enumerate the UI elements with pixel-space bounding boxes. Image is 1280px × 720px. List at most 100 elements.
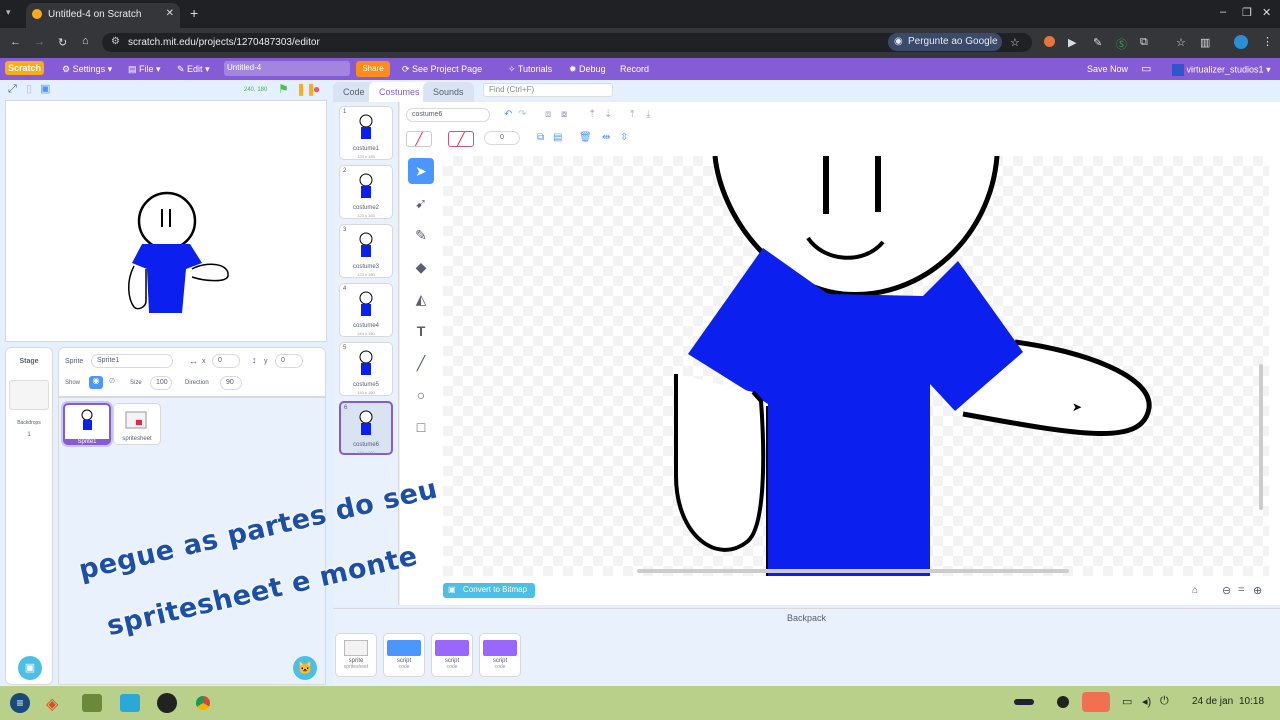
taskbar-time[interactable]: 10:18 bbox=[1239, 696, 1264, 707]
outline-color-swatch[interactable]: ╱ bbox=[448, 131, 474, 147]
extensions-puzzle-icon[interactable]: ⧉ bbox=[1140, 36, 1148, 49]
tray-volume-icon[interactable]: ◂) bbox=[1142, 695, 1151, 708]
browser-tab[interactable]: Untitled-4 on Scratch ✕ bbox=[26, 3, 180, 28]
project-title-input[interactable]: Untitled-4 bbox=[224, 61, 350, 76]
side-panel-icon[interactable]: ▥ bbox=[1200, 36, 1210, 49]
obs-icon[interactable] bbox=[157, 693, 177, 713]
flip-horizontal-icon[interactable]: ⇹ bbox=[602, 132, 610, 143]
small-stage-icon[interactable]: ▯ bbox=[26, 84, 32, 95]
tray-power-icon[interactable]: ⏻ bbox=[1160, 695, 1169, 708]
extension-icon-3[interactable]: ✎ bbox=[1093, 36, 1102, 49]
find-input[interactable]: Find (Ctrl+F) bbox=[483, 83, 613, 97]
x-input[interactable]: 0 bbox=[212, 354, 240, 368]
store-icon[interactable] bbox=[120, 694, 140, 712]
site-info-icon[interactable]: ⚙ bbox=[111, 36, 120, 47]
backpack-item-script[interactable]: script code bbox=[383, 633, 425, 677]
see-project-page-button[interactable]: ⟳ See Project Page bbox=[402, 64, 482, 75]
costume-tile-1[interactable]: 1 costume1 123 x 183 bbox=[339, 106, 393, 160]
text-tool-icon[interactable]: T bbox=[408, 318, 434, 344]
choose-sprite-button[interactable]: 🐱 bbox=[293, 656, 317, 680]
my-stuff-folder-icon[interactable]: ▭ bbox=[1141, 62, 1151, 75]
size-input[interactable]: 100 bbox=[150, 376, 172, 390]
sprite-name-input[interactable]: Sprite1 bbox=[91, 354, 173, 368]
normal-stage-icon[interactable]: ▣ bbox=[40, 84, 50, 95]
brave-browser-icon[interactable]: ◈ bbox=[46, 694, 58, 714]
stage-target-panel[interactable]: Stage Backdrops 1 bbox=[5, 347, 53, 685]
undo-icon[interactable]: ↶ bbox=[504, 109, 512, 120]
account-menu[interactable]: virtualizer_studios1 ▾ bbox=[1172, 64, 1271, 76]
eraser-tool-icon[interactable]: ◆ bbox=[408, 254, 434, 280]
tab-close-icon[interactable]: ✕ bbox=[166, 8, 174, 19]
minimize-icon[interactable]: – bbox=[1220, 6, 1226, 18]
convert-to-bitmap-button[interactable]: ▣ Convert to Bitmap bbox=[443, 583, 535, 598]
circle-tool-icon[interactable]: ○ bbox=[408, 382, 434, 408]
tab-sounds[interactable]: Sounds bbox=[423, 82, 474, 102]
group-icon[interactable]: ⧈ bbox=[545, 109, 551, 120]
settings-menu[interactable]: ⚙ Settings ▾ bbox=[62, 64, 112, 75]
files-icon[interactable] bbox=[82, 694, 102, 712]
costume-tile-6[interactable]: 6 costume6 130 x 160 bbox=[339, 401, 393, 455]
extension-icon-4[interactable]: Ⓢ bbox=[1116, 36, 1127, 52]
green-flag-icon[interactable]: ⚑ bbox=[278, 83, 289, 95]
brush-tool-icon[interactable]: ✎ bbox=[408, 222, 434, 248]
reshape-tool-icon[interactable]: ➹ bbox=[408, 190, 434, 216]
delete-icon[interactable]: 🗑 bbox=[579, 132, 592, 143]
choose-backdrop-button[interactable]: ▣ bbox=[18, 656, 42, 680]
select-tool-icon[interactable]: ➤ bbox=[408, 158, 434, 184]
file-menu[interactable]: ▤ File ▾ bbox=[128, 64, 161, 75]
front-layer-icon[interactable]: ⤒ bbox=[630, 109, 634, 120]
zoom-in-icon[interactable]: ⊕ bbox=[1253, 584, 1262, 597]
debug-button[interactable]: ✹ Debug bbox=[569, 64, 606, 75]
tray-display-icon[interactable]: ▭ bbox=[1122, 695, 1132, 708]
record-button[interactable]: Record bbox=[620, 64, 649, 74]
chrome-icon[interactable] bbox=[193, 693, 213, 713]
extension-icon-2[interactable]: ▶ bbox=[1068, 36, 1076, 49]
backpack-item-script[interactable]: script code bbox=[431, 633, 473, 677]
tray-recording-icon[interactable] bbox=[1082, 692, 1110, 712]
edit-menu[interactable]: ✎ Edit ▾ bbox=[177, 64, 210, 75]
rectangle-tool-icon[interactable]: □ bbox=[408, 414, 434, 440]
bitmap-mode-icon[interactable]: ⌂ bbox=[1192, 585, 1198, 596]
backpack-item-sprite[interactable]: sprite spritesheet bbox=[335, 633, 377, 677]
backpack-header[interactable]: Backpack bbox=[333, 610, 1280, 626]
fill-tool-icon[interactable]: ◭ bbox=[408, 286, 434, 312]
back-icon[interactable]: ← bbox=[10, 36, 21, 48]
start-menu-icon[interactable]: ≡ bbox=[10, 693, 30, 713]
backpack-item-script[interactable]: script code bbox=[479, 633, 521, 677]
home-icon[interactable]: ⌂ bbox=[82, 35, 89, 47]
paint-canvas[interactable]: ➤ bbox=[443, 156, 1269, 576]
tutorials-button[interactable]: ✧ Tutorials bbox=[508, 64, 552, 75]
tray-app-icon[interactable] bbox=[1057, 696, 1069, 708]
vertical-scrollbar[interactable] bbox=[1259, 364, 1263, 510]
tray-battery-icon[interactable] bbox=[1014, 699, 1034, 705]
bookmarks-icon[interactable]: ☆ bbox=[1176, 36, 1186, 49]
sprite-tile-spritesheet[interactable]: spritesheet bbox=[113, 403, 161, 445]
zoom-reset-icon[interactable]: = bbox=[1238, 584, 1244, 596]
costume-name-input[interactable]: costume6 bbox=[406, 108, 490, 122]
sprite-tile-sprite1[interactable]: Sprite1 bbox=[63, 403, 111, 445]
paste-icon[interactable]: ▤ bbox=[553, 132, 562, 143]
redo-icon[interactable]: ↷ bbox=[518, 109, 526, 120]
new-tab-button[interactable]: + bbox=[190, 5, 198, 21]
stop-icon[interactable]: ● bbox=[313, 83, 320, 95]
zoom-out-icon[interactable]: ⊖ bbox=[1222, 584, 1231, 597]
bookmark-star-icon[interactable]: ☆ bbox=[1010, 36, 1020, 49]
copy-icon[interactable]: ⧉ bbox=[537, 132, 544, 143]
outline-width-input[interactable]: 0 bbox=[484, 131, 520, 145]
tab-search-button[interactable]: ▾ bbox=[6, 7, 20, 21]
taskbar-date[interactable]: 24 de jan bbox=[1192, 696, 1233, 707]
show-hidden-icon[interactable]: ⊘ bbox=[105, 376, 119, 389]
tab-costumes[interactable]: Costumes bbox=[369, 82, 430, 102]
close-window-icon[interactable]: ✕ bbox=[1262, 6, 1271, 19]
horizontal-scrollbar[interactable] bbox=[637, 569, 1069, 573]
share-button[interactable]: Share bbox=[356, 61, 390, 77]
scratch-logo[interactable]: Scratch bbox=[5, 61, 45, 75]
ungroup-icon[interactable]: ⧇ bbox=[561, 109, 567, 120]
costume-tile-5[interactable]: 5 costume5 130 x 160 bbox=[339, 342, 393, 396]
y-input[interactable]: 0 bbox=[275, 354, 303, 368]
save-now-button[interactable]: Save Now bbox=[1087, 64, 1128, 74]
extension-icon-1[interactable] bbox=[1044, 36, 1055, 47]
backward-layer-icon[interactable]: ⇣ bbox=[604, 109, 612, 120]
profile-avatar[interactable] bbox=[1234, 35, 1248, 49]
forward-icon[interactable]: → bbox=[34, 36, 45, 48]
